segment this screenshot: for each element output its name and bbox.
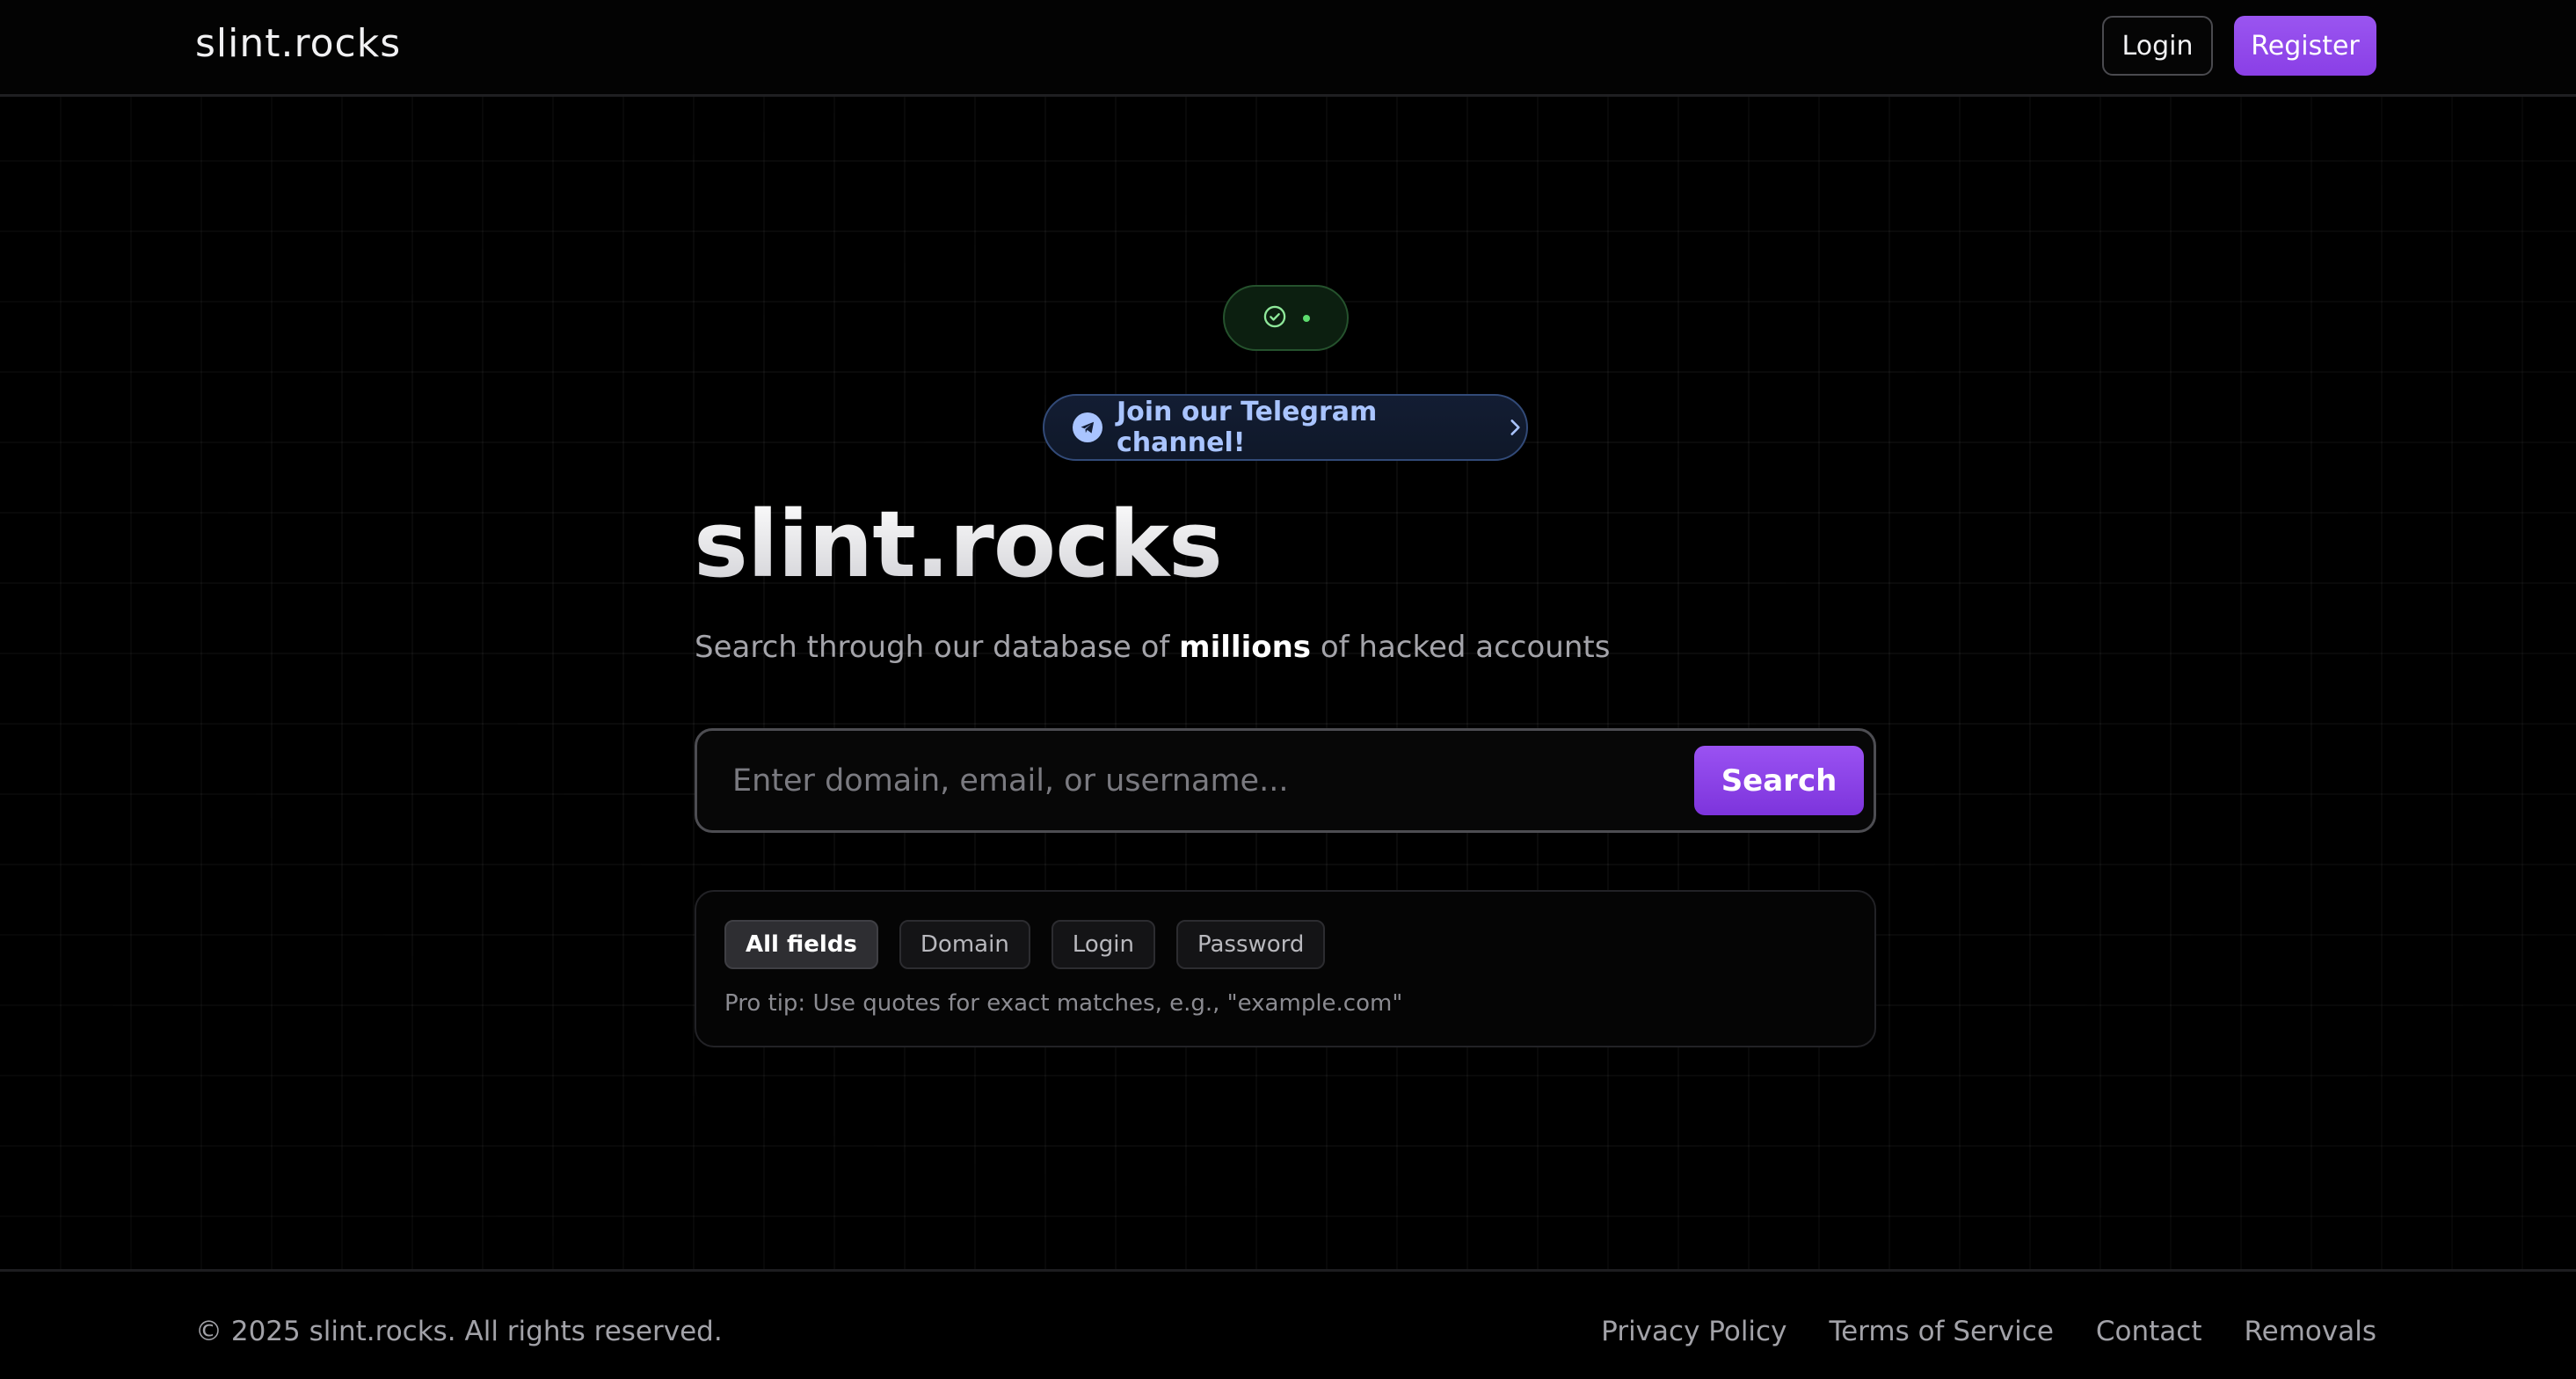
check-circle-icon	[1263, 304, 1287, 332]
hero-subtitle-emphasis: millions	[1179, 630, 1312, 665]
page: slint.rocks Login Register Join our Tele…	[0, 0, 2576, 1379]
hero-subtitle-suffix: of hacked accounts	[1311, 630, 1611, 665]
footer-link-terms-of-service[interactable]: Terms of Service	[1829, 1316, 2053, 1347]
top-nav: slint.rocks Login Register	[0, 0, 2576, 97]
telegram-banner-label: Join our Telegram channel!	[1117, 397, 1378, 458]
filter-chip-group: All fields Domain Login Password	[724, 920, 1326, 969]
copyright-text: © 2025 slint.rocks. All rights reserved.	[195, 1316, 723, 1347]
search-input[interactable]	[732, 731, 1664, 830]
footer: © 2025 slint.rocks. All rights reserved.…	[0, 1269, 2576, 1379]
hero-subtitle: Search through our database of millions …	[695, 630, 1610, 665]
telegram-banner[interactable]: Join our Telegram channel!	[1043, 394, 1528, 461]
filter-chip-login[interactable]: Login	[1051, 920, 1155, 969]
page-title: slint.rocks	[694, 491, 1223, 598]
grid-background	[0, 97, 2576, 1271]
filter-chip-password[interactable]: Password	[1175, 920, 1326, 969]
filter-chip-domain[interactable]: Domain	[899, 920, 1030, 969]
search-filters-panel: All fields Domain Login Password Pro tip…	[695, 890, 1876, 1047]
pro-tip-text: Pro tip: Use quotes for exact matches, e…	[724, 990, 1403, 1017]
footer-link-contact[interactable]: Contact	[2096, 1316, 2202, 1347]
footer-link-removals[interactable]: Removals	[2245, 1316, 2377, 1347]
register-button[interactable]: Register	[2234, 16, 2376, 76]
telegram-icon	[1073, 412, 1102, 442]
footer-link-privacy-policy[interactable]: Privacy Policy	[1601, 1316, 1786, 1347]
search-box: Search	[695, 728, 1876, 833]
footer-links: Privacy Policy Terms of Service Contact …	[1601, 1316, 2376, 1347]
login-button[interactable]: Login	[2102, 16, 2213, 76]
hero-subtitle-prefix: Search through our database of	[695, 630, 1180, 665]
filter-chip-all-fields[interactable]: All fields	[724, 920, 878, 969]
chevron-right-icon	[1503, 416, 1526, 439]
search-button[interactable]: Search	[1694, 746, 1864, 815]
status-dot	[1302, 314, 1310, 322]
brand-logo[interactable]: slint.rocks	[195, 21, 401, 66]
status-pill	[1223, 285, 1349, 351]
